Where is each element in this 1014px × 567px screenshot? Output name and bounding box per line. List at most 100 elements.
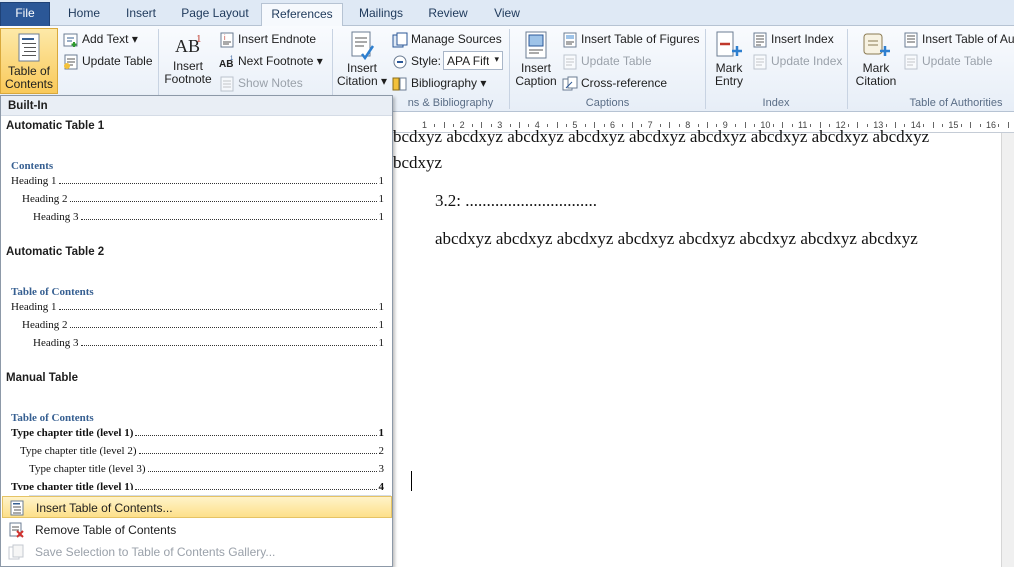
update-index-button[interactable]: Update Index [771,54,842,68]
next-footnote-button[interactable]: Next Footnote ▾ [238,54,323,68]
toc-row-page: 2 [378,445,385,457]
ruler-tick-label: 15 [948,120,959,130]
gallery-title: Automatic Table 2 [6,246,105,258]
cross-reference-button[interactable]: Cross-reference [581,76,667,90]
style-dropdown[interactable]: APA Fifth ▾ [443,51,503,70]
add-text-button[interactable]: Add Text ▾ [82,32,138,46]
mark-entry-icon [716,31,742,57]
vertical-scrollbar[interactable] [1001,133,1014,567]
toc-row-label: Type chapter title (level 3) [29,463,146,475]
insert-citation-label-2-text: Citation [336,74,378,88]
next-footnote-label: Next Footnote [238,54,314,68]
save-selection-icon [8,544,24,560]
insert-table-of-contents-item[interactable]: Insert Table of Contents... [2,496,392,518]
tab-file[interactable]: File [0,2,50,26]
toc-preview-row: Type chapter title (level 3) 3 [29,461,384,475]
tab-references[interactable]: References [261,3,343,27]
save-selection-to-gallery-item[interactable]: Save Selection to Table of Contents Gall… [2,541,392,563]
toc-preview-row: Heading 3 1 [33,209,384,223]
tab-view[interactable]: View [486,3,528,26]
toc-row-label: Type chapter title (level 1) [11,427,134,439]
insert-index-button[interactable]: Insert Index [771,32,834,46]
mark-entry-button[interactable]: Mark Entry [709,30,749,94]
update-table-authorities-icon [904,54,918,70]
mark-entry-label-2: Entry [714,74,743,88]
toc-dot-leader [80,345,377,346]
add-text-icon [63,33,78,47]
remove-toc-icon [9,522,24,538]
group-separator [847,29,848,109]
update-table-authorities-button[interactable]: Update Table [922,54,993,68]
insert-footnote-button[interactable]: AB 1 Insert Footnote [162,30,214,94]
tab-page-layout[interactable]: Page Layout [174,3,256,26]
ruler-tick-mark [979,124,981,127]
insert-toc-label: Insert Table of Contents... [36,501,173,515]
svg-text:1: 1 [196,33,202,45]
update-table-figures-button[interactable]: Update Table [581,54,652,68]
toc-row-label: Heading 3 [33,211,79,223]
bibliography-label: Bibliography [411,76,478,90]
toc-preview-row: Type chapter title (level 1) 4 [11,479,384,490]
gallery-automatic-table-2[interactable]: Automatic Table 2 Table of Contents Head… [1,242,392,367]
toc-dot-leader [135,435,377,436]
bibliography-button[interactable]: Bibliography ▾ [411,76,486,90]
cross-reference-icon [562,76,578,91]
update-table-button[interactable]: Update Table [82,54,153,68]
insert-citation-button[interactable]: Insert Citation ▾ [336,30,388,94]
insert-table-of-figures-button[interactable]: Insert Table of Figures [581,32,700,46]
menu-header-built-in: Built-In [1,96,392,116]
toc-row-label: Heading 1 [11,301,57,313]
toc-row-page: 1 [378,301,385,313]
gallery-manual-table[interactable]: Manual Table Table of Contents Type chap… [1,368,392,490]
insert-caption-label-2: Caption [515,74,557,88]
group-label-authorities: Table of Authorities [909,97,1003,109]
update-table-figures-icon [563,54,577,70]
manage-sources-button[interactable]: Manage Sources [411,32,502,46]
ribbon-tab-bar: File Home Insert Page Layout References … [0,0,1014,27]
insert-table-of-authorities-button[interactable]: Insert Table of Aut [922,32,1014,46]
table-of-contents-icon [18,33,40,62]
toc-preview-title: Contents [11,160,54,172]
toc-label-line2: Contents [4,77,54,91]
mark-citation-icon [863,33,890,56]
toc-preview-title: Table of Contents [11,412,94,424]
add-text-label: Add Text [82,32,129,46]
tab-mailings[interactable]: Mailings [350,3,412,26]
tab-review[interactable]: Review [420,3,476,26]
toc-row-page: 1 [378,193,385,205]
toc-preview-row: Heading 1 1 [11,173,384,187]
style-dropdown-value: APA Fifth [447,54,489,68]
tab-home[interactable]: Home [60,3,108,26]
manage-sources-icon [392,32,408,48]
show-notes-button[interactable]: Show Notes [238,76,303,90]
insert-caption-icon [525,31,547,59]
insert-footnote-label-1: Insert [172,59,203,73]
remove-table-of-contents-item[interactable]: Remove Table of Contents [2,519,392,541]
toc-preview-row: Type chapter title (level 1) 1 [11,425,384,439]
toc-dot-leader [80,219,377,220]
ruler-tick-mark [970,122,972,128]
mark-citation-button[interactable]: Mark Citation [851,30,901,94]
table-of-figures-icon [563,32,577,48]
toc-row-page: 1 [378,211,385,223]
toc-label-line1: Table of [7,64,51,78]
gallery-automatic-table-1[interactable]: Automatic Table 1 Contents Heading 1 1 He… [1,116,392,241]
ruler-tick-mark [960,124,962,127]
insert-citation-label-2: Citation ▾ [336,74,388,88]
insert-caption-button[interactable]: Insert Caption [512,30,560,94]
group-label-index: Index [762,97,790,109]
toc-dot-leader [58,183,377,184]
table-of-contents-button[interactable]: Table of Contents [0,28,58,94]
tab-insert[interactable]: Insert [116,3,166,26]
toc-dot-leader [138,453,377,454]
toc-preview-row: Heading 2 1 [22,191,384,205]
ruler-tick-mark [942,124,943,127]
body-paragraph: abcdxyz abcdxyz abcdxyz abcdxyz abcdxyz … [435,229,918,248]
insert-endnote-button[interactable]: Insert Endnote [238,32,316,46]
group-label-captions: Captions [585,97,630,109]
insert-citation-icon [351,31,375,60]
ruler-tick-mark [932,122,934,128]
toc-row-page: 1 [378,319,385,331]
toc-row-page: 4 [378,481,385,490]
document-page[interactable]: bcdxyz abcdxyz abcdxyz abcdxyz abcdxyz a… [393,127,1001,567]
